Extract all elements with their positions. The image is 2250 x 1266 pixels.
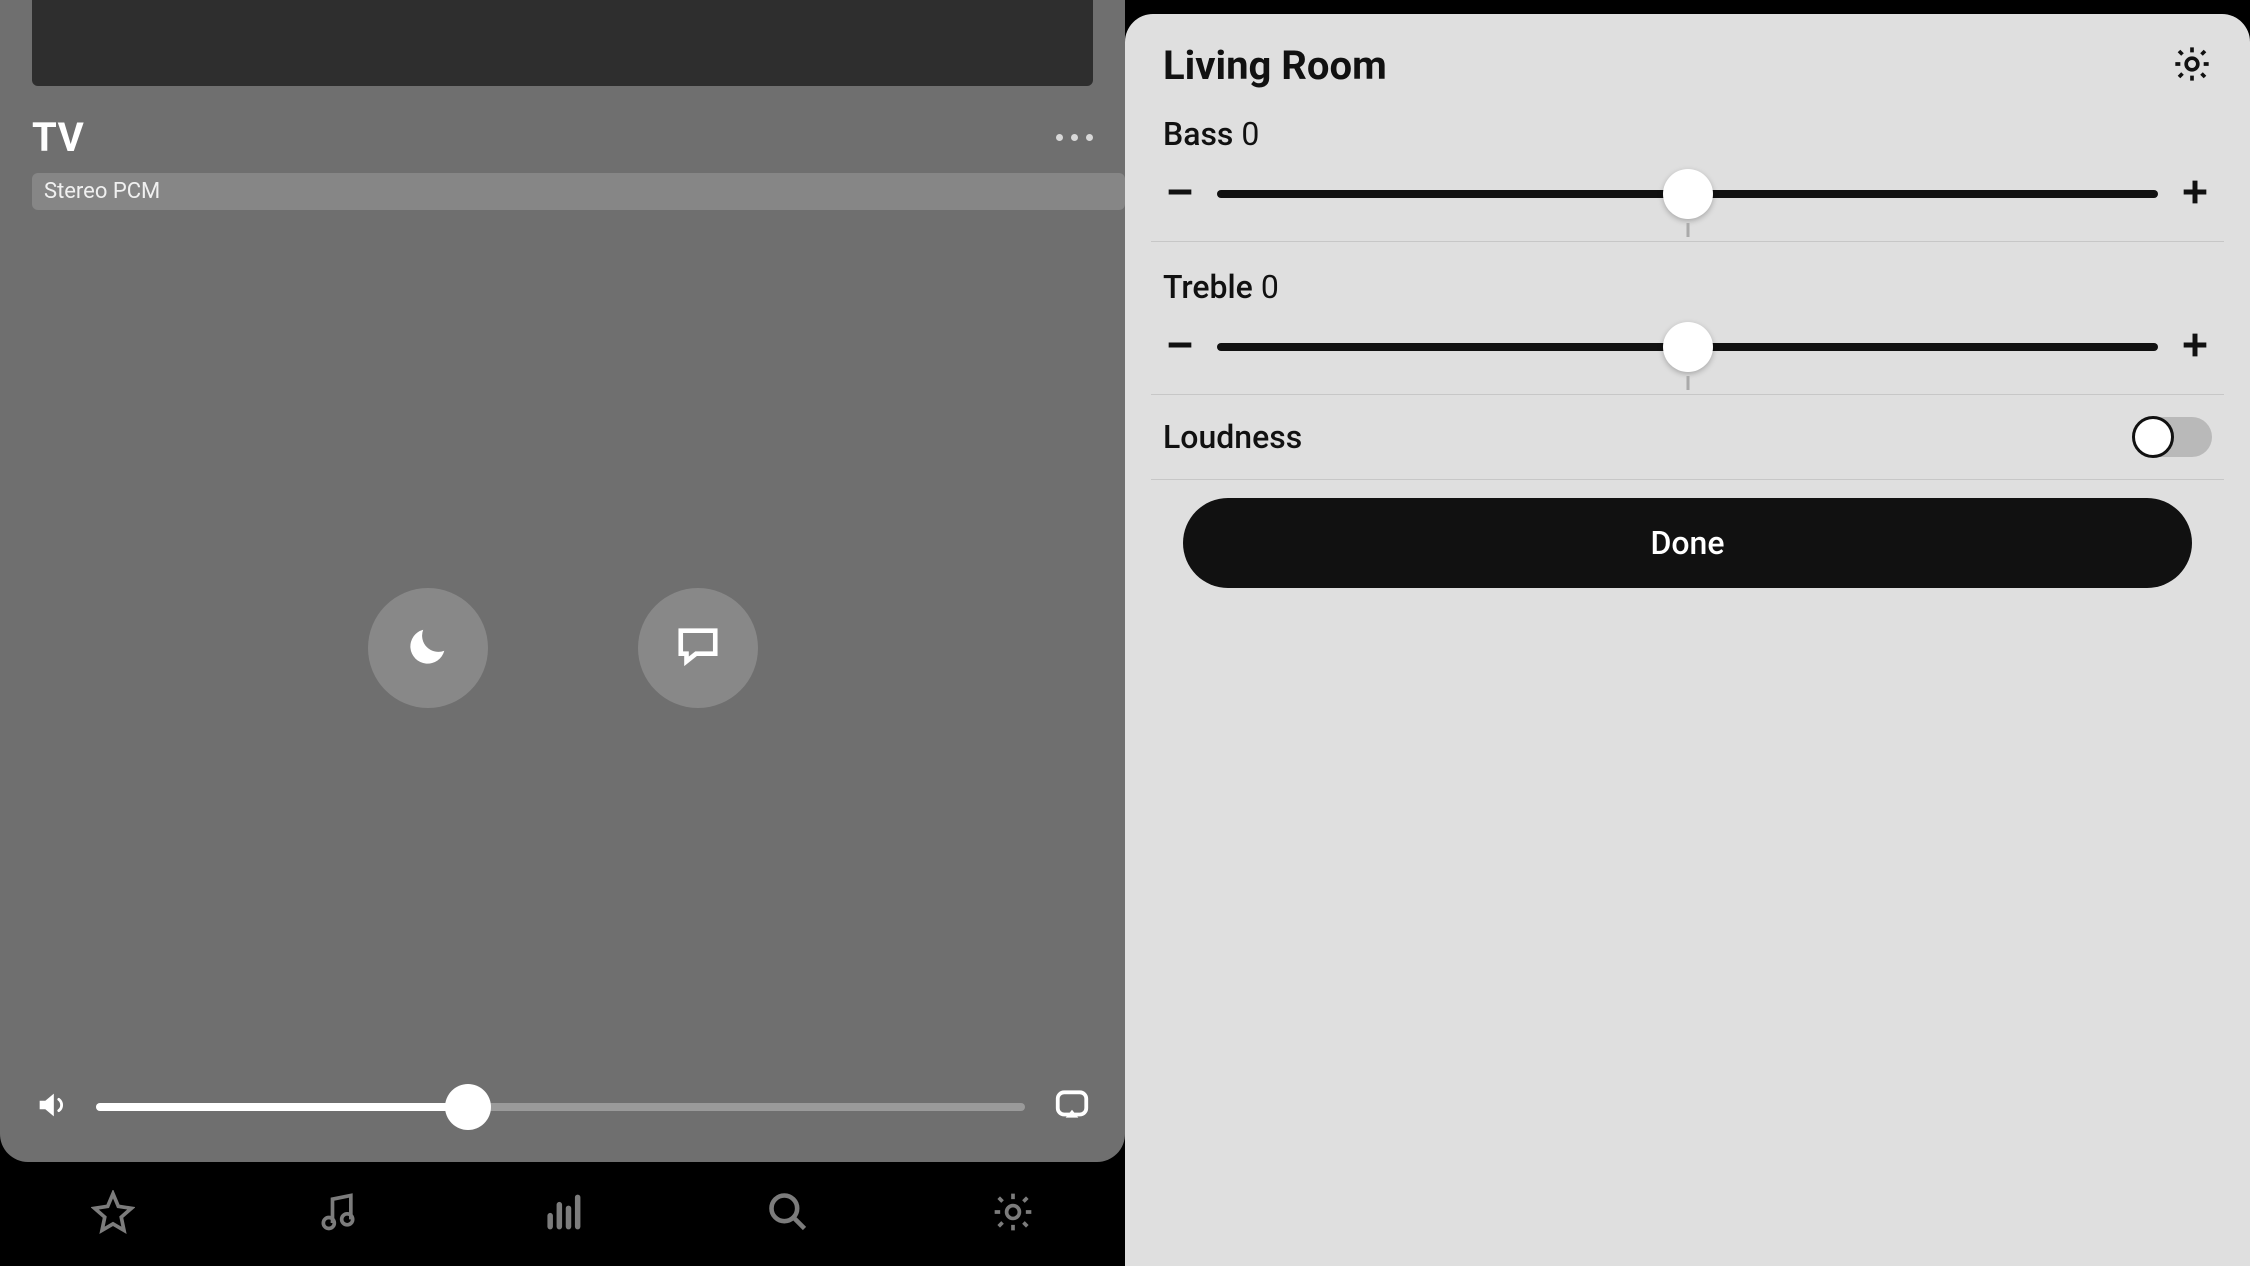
treble-section: Treble 0: [1151, 242, 2224, 395]
now-playing-panel: TV Stereo PCM: [0, 0, 1125, 1266]
moon-icon: [405, 623, 451, 673]
loudness-label: Loudness: [1163, 418, 1302, 456]
bottom-nav: [0, 1162, 1125, 1266]
speech-bubble-icon: [675, 623, 721, 673]
plus-icon: [2178, 194, 2212, 213]
nav-settings[interactable]: [900, 1162, 1125, 1266]
search-icon: [766, 1190, 810, 1238]
gear-icon: [2172, 69, 2212, 88]
bass-label: Bass: [1163, 115, 1233, 153]
nav-search[interactable]: [675, 1162, 900, 1266]
room-settings-button[interactable]: [2172, 44, 2212, 88]
speech-enhance-button[interactable]: [638, 588, 758, 708]
loudness-row: Loudness: [1151, 395, 2224, 480]
bass-slider[interactable]: [1217, 190, 2158, 198]
bass-decrease-button[interactable]: [1163, 175, 1197, 213]
output-button[interactable]: [1053, 1086, 1091, 1128]
audio-format-badge: Stereo PCM: [32, 173, 1125, 210]
done-button[interactable]: Done: [1183, 498, 2192, 588]
source-title: TV: [32, 114, 84, 161]
volume-slider[interactable]: [96, 1103, 1025, 1111]
volume-row: [0, 1086, 1125, 1162]
treble-center-tick: [1163, 366, 2212, 380]
more-button[interactable]: [1056, 134, 1093, 141]
title-row: TV: [0, 86, 1125, 161]
loudness-toggle[interactable]: [2134, 417, 2212, 457]
now-playing-card: TV Stereo PCM: [0, 0, 1125, 1162]
treble-slider[interactable]: [1217, 343, 2158, 351]
sheet-header: Living Room: [1151, 42, 2224, 89]
treble-decrease-button[interactable]: [1163, 328, 1197, 366]
room-title: Living Room: [1163, 42, 1387, 89]
plus-icon: [2178, 347, 2212, 366]
treble-value: 0: [1261, 268, 1279, 306]
minus-icon: [1163, 347, 1197, 366]
mode-buttons: [0, 210, 1125, 1086]
minus-icon: [1163, 194, 1197, 213]
bass-value: 0: [1241, 115, 1259, 153]
bass-increase-button[interactable]: [2178, 175, 2212, 213]
nav-favorites[interactable]: [0, 1162, 225, 1266]
album-art: [32, 0, 1093, 86]
night-mode-button[interactable]: [368, 588, 488, 708]
eq-sheet: Living Room Bass 0: [1125, 14, 2250, 1266]
star-icon: [91, 1190, 135, 1238]
bass-center-tick: [1163, 213, 2212, 227]
volume-icon[interactable]: [34, 1088, 68, 1126]
eq-panel: Living Room Bass 0: [1125, 0, 2250, 1266]
treble-increase-button[interactable]: [2178, 328, 2212, 366]
bass-section: Bass 0: [1151, 89, 2224, 242]
music-note-icon: [316, 1190, 360, 1238]
nav-music[interactable]: [225, 1162, 450, 1266]
gear-icon: [991, 1190, 1035, 1238]
nav-rooms[interactable]: [450, 1162, 675, 1266]
equalizer-icon: [541, 1190, 585, 1238]
treble-label: Treble: [1163, 268, 1253, 306]
